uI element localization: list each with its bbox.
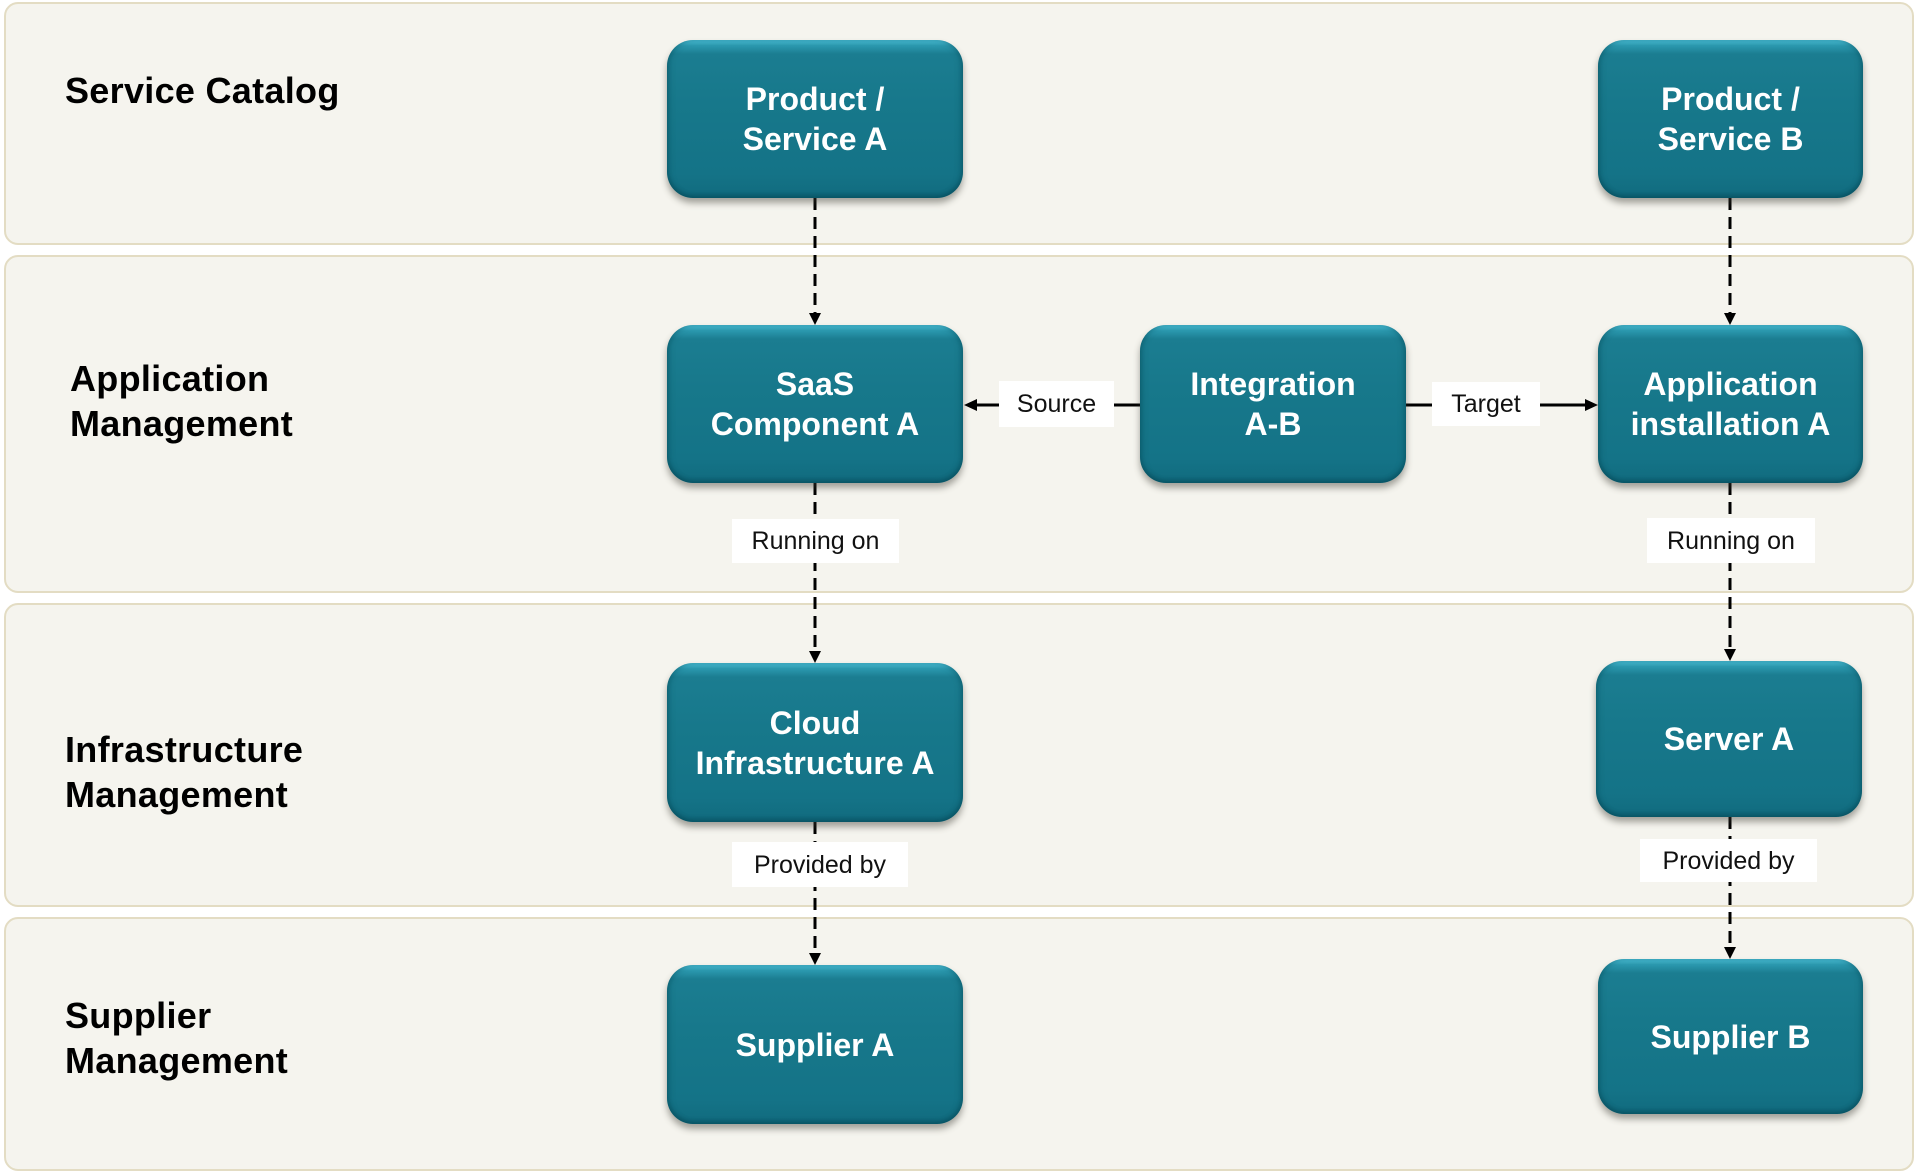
lane-title: Application Management	[70, 356, 293, 446]
node-label: Integration A-B	[1190, 366, 1356, 442]
lane-title: Supplier Management	[65, 993, 288, 1083]
node-label: Supplier A	[735, 1026, 895, 1063]
node-application-installation-a[interactable]: Application installation A	[1598, 325, 1863, 483]
node-label: Supplier B	[1650, 1018, 1811, 1055]
node-label: SaaS Component A	[710, 366, 920, 442]
edge-label-provided-by: Provided by	[732, 842, 908, 887]
node-label: Product / Service A	[742, 81, 888, 157]
node-label: Cloud Infrastructure A	[695, 704, 935, 781]
node-cloud-infrastructure-a[interactable]: Cloud Infrastructure A	[667, 663, 963, 822]
node-label: Application installation A	[1630, 366, 1831, 442]
node-label: Product / Service B	[1657, 81, 1804, 157]
node-label: Server A	[1663, 721, 1795, 757]
edge-label-running-on: Running on	[1647, 518, 1815, 563]
lane-title-line: Service Catalog	[65, 70, 340, 111]
node-saas-component-a[interactable]: SaaS Component A	[667, 325, 963, 483]
node-integration-a-b[interactable]: Integration A-B	[1140, 325, 1406, 483]
edge-label-source: Source	[999, 381, 1114, 427]
node-product-service-a[interactable]: Product / Service A	[667, 40, 963, 198]
edge-label-target: Target	[1432, 382, 1540, 426]
lane-title-line: Management	[70, 403, 294, 444]
node-supplier-b[interactable]: Supplier B	[1598, 959, 1863, 1114]
lane-title-line: Management	[65, 1040, 289, 1081]
node-supplier-a[interactable]: Supplier A	[667, 965, 963, 1124]
lane-title-line: Supplier	[65, 995, 212, 1036]
lane-title: Service Catalog	[65, 68, 340, 113]
lane-title-line: Management	[65, 774, 289, 815]
lane-title-line: Application	[70, 358, 270, 399]
lane-title-line: Infrastructure	[65, 729, 304, 770]
edge-label-running-on: Running on	[732, 519, 899, 563]
lane-title: Infrastructure Management	[65, 727, 303, 817]
node-product-service-b[interactable]: Product / Service B	[1598, 40, 1863, 198]
edge-label-provided-by: Provided by	[1640, 839, 1817, 882]
node-server-a[interactable]: Server A	[1596, 661, 1862, 817]
